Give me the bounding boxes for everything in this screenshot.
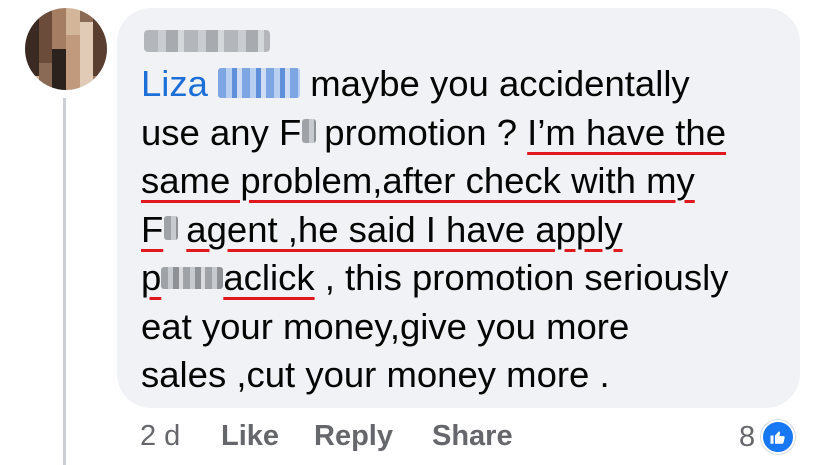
- avatar-pixel: [25, 35, 39, 49]
- avatar-pixel: [25, 62, 39, 77]
- thread-line: [63, 98, 66, 465]
- comment-line: p aclick , this promotion seriously: [141, 257, 729, 298]
- avatar-pixel: [66, 62, 80, 77]
- comment-line: Fagent ,he said I have apply: [141, 208, 623, 250]
- timestamp[interactable]: 2 d: [140, 420, 180, 453]
- avatar-pixel: [93, 8, 107, 22]
- avatar-pixel: [79, 21, 94, 36]
- reaction-count: 8: [739, 420, 756, 453]
- avatar-pixel: [38, 49, 53, 63]
- avatar-pixel: [66, 21, 80, 36]
- comment-line: Liza maybe you accidentally: [141, 63, 690, 104]
- avatar-pixel: [38, 35, 53, 49]
- reply-button[interactable]: Reply: [314, 420, 393, 453]
- avatar-pixel: [52, 62, 66, 77]
- reaction-summary[interactable]: 8: [739, 419, 796, 455]
- avatar-pixel: [25, 76, 39, 90]
- avatar-pixel: [93, 49, 107, 63]
- avatar-pixel: [52, 8, 66, 22]
- avatar-pixel: [38, 76, 53, 90]
- avatar-pixel: [66, 49, 80, 63]
- avatar-pixel: [25, 8, 39, 22]
- author-name-redacted[interactable]: [144, 30, 270, 52]
- avatar-pixel: [38, 21, 53, 36]
- avatar-pixel: [25, 21, 39, 36]
- avatar-pixel: [93, 35, 107, 49]
- comment-line: same problem,after check with my: [141, 160, 695, 201]
- avatar-pixel: [66, 76, 80, 90]
- comment-text: Liza maybe you accidentally use any Fpro…: [141, 60, 791, 400]
- avatar-pixel: [25, 49, 39, 63]
- comment-line: use any Fpromotion ? I’m have the: [141, 111, 726, 153]
- comment-bubble: Liza maybe you accidentally use any Fpro…: [117, 8, 800, 408]
- avatar-pixel: [79, 8, 94, 22]
- avatar-pixel: [79, 35, 94, 49]
- comment-line: eat your money,give you more: [141, 305, 630, 347]
- comment-line: sales ,cut your money more .: [141, 354, 610, 395]
- avatar-pixel: [52, 76, 66, 90]
- avatar-pixel: [93, 62, 107, 77]
- avatar-pixel: [93, 76, 107, 90]
- avatar-pixel: [93, 21, 107, 36]
- avatar-pixel: [52, 49, 66, 63]
- avatar-pixel: [66, 8, 80, 22]
- like-button[interactable]: Like: [221, 420, 279, 453]
- avatar-pixel: [66, 35, 80, 49]
- avatar-pixel: [79, 76, 94, 90]
- avatar-pixel: [52, 21, 66, 36]
- mention-link[interactable]: Liza: [141, 63, 301, 104]
- avatar-pixel: [38, 62, 53, 77]
- share-button[interactable]: Share: [432, 420, 513, 453]
- avatar[interactable]: [25, 8, 107, 90]
- thumbs-up-icon: [761, 420, 796, 454]
- avatar-pixel: [38, 8, 53, 22]
- avatar-pixel: [79, 49, 94, 63]
- avatar-pixel: [79, 62, 94, 77]
- avatar-pixel: [52, 35, 66, 49]
